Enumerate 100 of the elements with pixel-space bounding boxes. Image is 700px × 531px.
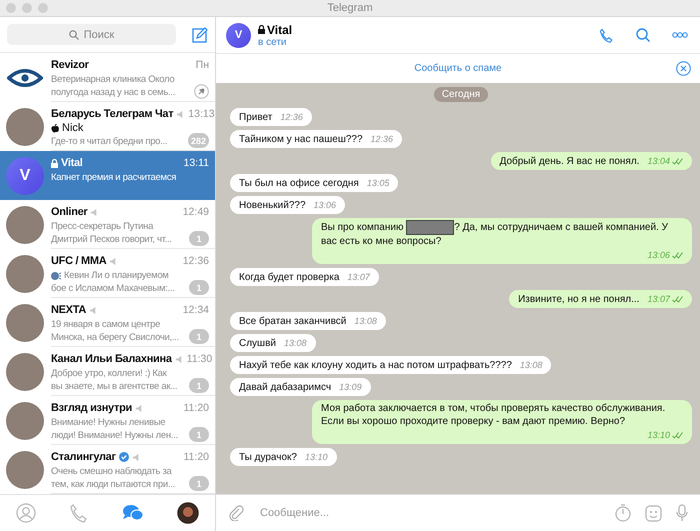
message-time: 13:06 (647, 249, 670, 262)
message-time: 12:36 (280, 111, 303, 124)
chat-name: UFC / MMA (51, 255, 106, 267)
megaphone-icon (109, 256, 118, 266)
message-text: Давай дабазаримсч (239, 381, 332, 394)
chat-time: 11:20 (184, 402, 209, 414)
apple-icon (51, 124, 59, 133)
message-text: Все братан заканчивсй (239, 315, 346, 328)
profile-photo-placeholder (176, 502, 199, 524)
timer-icon[interactable] (615, 504, 631, 522)
message-preview: Ветеринарная клиника Около (51, 73, 174, 86)
search-icon[interactable] (636, 28, 650, 42)
unread-count: 1 (189, 476, 209, 491)
message-preview: Внимание! Нужны ленивые (51, 416, 166, 429)
message-preview: Доброе утро, коллеги! :) Как (51, 367, 166, 380)
contacts-tab[interactable] (14, 501, 38, 525)
chat-time: 12:34 (182, 304, 209, 316)
unread-count: 1 (189, 280, 209, 295)
message-text: Моя работа заключается в том, чтобы проверять качество обслуживания. Если вы хорошо проходите проверку - вам дают премию. Верно? (321, 402, 666, 428)
microphone-icon[interactable] (676, 504, 688, 522)
close-icon[interactable] (676, 61, 691, 76)
search-icon (68, 30, 79, 40)
unread-count: 1 (189, 231, 209, 246)
message-preview: полугода назад у нас в семь... (51, 86, 175, 99)
date-badge: Сегодня (434, 87, 488, 102)
chat-name: Сталингулаг (51, 451, 116, 463)
message-text: Добрый день. Я вас не понял. (500, 155, 640, 168)
avatar-photo-placeholder (6, 450, 44, 488)
avatar: V (226, 22, 251, 48)
chat-list-item[interactable]: Взгляд изнутри 11:20 Внимание! Нужны ленивые люди! Внимание! Нужны лен... 1 (0, 396, 215, 445)
chat-name: NEXTA (51, 304, 86, 316)
close-window-button[interactable] (6, 3, 16, 13)
phone-icon[interactable] (599, 28, 614, 42)
avatar-photo-placeholder (6, 352, 44, 390)
message-time: 12:36 (370, 133, 394, 146)
avatar-photo-placeholder (6, 402, 44, 440)
message-preview: 19 января в самом центре (51, 318, 160, 331)
paperclip-icon[interactable] (228, 505, 244, 521)
megaphone-icon (132, 452, 141, 462)
message-time: 13:04 (647, 155, 670, 168)
message-text: Тайником у нас пашеш??? (239, 133, 363, 146)
avatar-photo-placeholder (6, 304, 44, 342)
avatar-photo-placeholder (6, 254, 44, 292)
unread-count: 1 (189, 378, 209, 393)
chat-name: Канал Ильи Балахнина (51, 353, 172, 365)
zoom-window-button[interactable] (38, 3, 48, 13)
chat-list-item[interactable]: NEXTA 12:34 19 января в самом центре Минска, на берегу Свислочи,... 1 (0, 298, 215, 347)
chat-name: Взгляд изнутри (51, 402, 132, 414)
megaphone-icon (176, 110, 186, 118)
megaphone-icon (174, 354, 184, 364)
chat-list-item[interactable]: V Vital 13:11 Капнет премия и расчитаемся (0, 151, 215, 200)
message-preview: Очень смешно наблюдать за (51, 465, 172, 478)
phone-icon (69, 503, 90, 523)
chat-name: Revizor (51, 59, 89, 71)
chat-name: Беларусь Телеграм Чат (51, 108, 174, 120)
settings-tab[interactable] (174, 500, 201, 526)
avatar-photo-placeholder (6, 206, 44, 244)
message-text: Ты был на офисе сегодня (239, 177, 359, 190)
chat-list-item[interactable]: Сталингулаг 11:20 Очень смешно наблюдать за тем, как люди пытаются при... 1 (0, 445, 215, 494)
message-text: Слушвй (239, 337, 276, 350)
message-preview: Кевин Ли о планируемом (64, 269, 169, 282)
more-icon[interactable] (672, 32, 688, 38)
chat-name: Vital (61, 157, 83, 169)
chat-time: 11:30 (186, 353, 212, 365)
avatar: V (6, 156, 44, 194)
unread-count: 1 (189, 427, 209, 442)
message-composer[interactable]: Сообщение... (216, 494, 700, 531)
megaphone-icon (90, 208, 100, 216)
report-spam-link[interactable]: Сообщить о спаме (414, 63, 502, 74)
sticker-icon[interactable] (645, 504, 662, 522)
unread-count: 282 (188, 133, 209, 148)
message-time: 13:07 (647, 293, 670, 306)
search-placeholder: Поиск (84, 28, 114, 40)
chat-list-item[interactable]: Revizor Пн Ветеринарная клиника Около полугода назад у нас в семь... (0, 53, 215, 102)
contact-name: Vital (267, 22, 292, 36)
megaphone-icon (134, 404, 144, 412)
message-time: 13:05 (366, 177, 390, 190)
message-preview: Где-то я читал бредни про... (51, 135, 168, 148)
message-preview: Дмитрий Песков говорит, чт... (51, 233, 172, 246)
message-time: 13:06 (314, 199, 336, 212)
message-time: 13:08 (354, 315, 377, 328)
message-preview: тем, как люди пытаются при... (51, 478, 175, 491)
message-time: 13:10 (304, 451, 328, 464)
message-text: Когда будет проверка (239, 271, 340, 284)
contact-status: в сети (258, 36, 288, 48)
message-preview: бое с Исламом Махачевым:... (51, 282, 175, 295)
chat-list-item[interactable]: UFC / MMA 12:36 Кевин Ли о планируемом бое с Исламом Махачевым:... 1 (0, 249, 215, 298)
compose-icon[interactable] (192, 26, 208, 42)
message-time: 13:08 (284, 337, 307, 350)
message-input[interactable]: Сообщение... (258, 506, 601, 520)
message-text: Нахуй тебе как клоуну ходить а нас потом штрафвать???? (239, 359, 512, 372)
chat-list-item[interactable]: Канал Ильи Балахнина 11:30 Доброе утро, коллеги! :) Как вы знаете, мы в агентстве ак... 1 (0, 347, 215, 396)
message-time: 13:10 (647, 429, 670, 442)
message-preview: люди! Внимание! Нужны лен... (51, 429, 178, 442)
chat-time: 11:20 (184, 451, 209, 463)
message-text: Новенький??? (239, 199, 306, 212)
chat-list-item[interactable]: Onliner 12:49 Пресс-секретарь Путина Дмитрий Песков говорит, чт... 1 (0, 200, 215, 249)
avatar-photo-placeholder (6, 108, 44, 146)
chat-time: 12:49 (182, 206, 209, 218)
minimize-window-button[interactable] (22, 3, 32, 13)
